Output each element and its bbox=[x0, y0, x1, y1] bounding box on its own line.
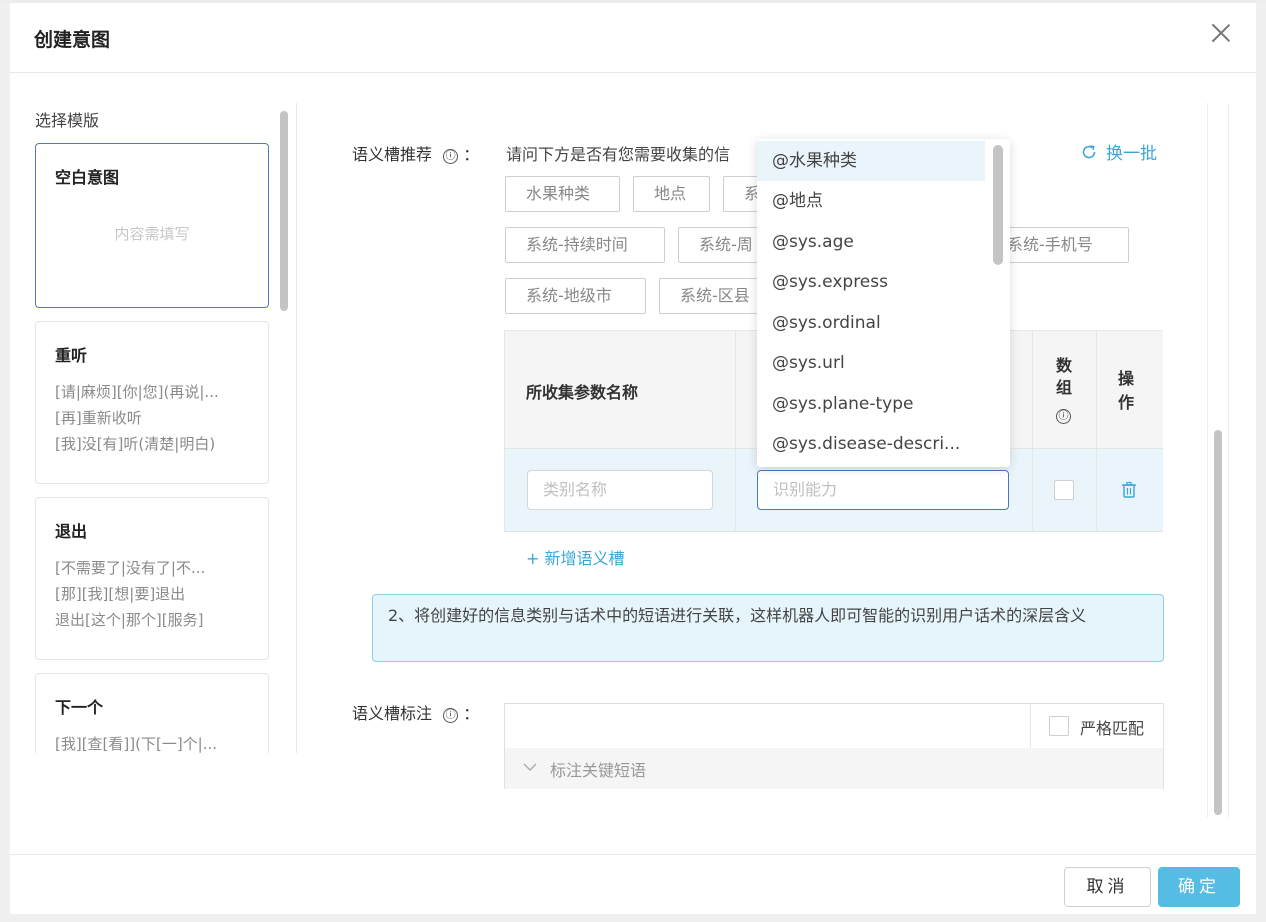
dropdown-option[interactable]: @sys.plane-type bbox=[757, 384, 985, 424]
ability-dropdown: @水果种类 @地点 @sys.age @sys.express @sys.ord… bbox=[757, 139, 1010, 467]
refresh-icon bbox=[1082, 145, 1096, 159]
close-icon[interactable] bbox=[1208, 21, 1234, 47]
slot-tag[interactable]: 系统-地级市 bbox=[505, 278, 646, 314]
phrase-expander[interactable]: 标注关键短语 bbox=[505, 748, 1163, 789]
slot-tag[interactable]: 系统-持续时间 bbox=[505, 227, 665, 263]
dropdown-option[interactable]: @sys.disease-descri... bbox=[757, 424, 985, 464]
category-name-input[interactable]: 类别名称 bbox=[527, 470, 713, 510]
content-scrollbar[interactable] bbox=[1207, 103, 1229, 818]
panel-divider bbox=[296, 103, 297, 753]
table-cell-name: 类别名称 bbox=[505, 449, 736, 531]
template-card-placeholder: 内容需填写 bbox=[114, 225, 190, 243]
column-header-action: 操作 bbox=[1097, 331, 1163, 449]
phrase-label: 标注关键短语 bbox=[550, 761, 647, 780]
column-header-name: 所收集参数名称 bbox=[505, 331, 736, 449]
template-card-line: [我][查[看]](下[一]个|... bbox=[55, 735, 218, 753]
info-icon[interactable]: ⓘ bbox=[443, 149, 459, 164]
template-panel: 选择模版 空白意图 内容需填写 重听 [请|麻烦][你|您](再说|... [再… bbox=[34, 103, 296, 753]
dialog-title: 创建意图 bbox=[34, 29, 111, 51]
annotation-input-area[interactable] bbox=[505, 704, 1030, 748]
column-header-name-text: 所收集参数名称 bbox=[526, 383, 639, 402]
template-panel-scrollbar[interactable] bbox=[279, 103, 288, 753]
refresh-batch-button[interactable]: 换一批 bbox=[1080, 139, 1157, 164]
column-header-action-text: 操作 bbox=[1118, 369, 1135, 412]
array-checkbox[interactable] bbox=[1054, 480, 1074, 500]
info-icon[interactable]: ⓘ bbox=[1056, 409, 1071, 424]
slot-annotation-box: 严格匹配 标注关键短语 bbox=[504, 703, 1164, 789]
table-cell-action bbox=[1097, 449, 1163, 531]
template-card-name: 空白意图 bbox=[55, 168, 120, 187]
cancel-button[interactable]: 取消 bbox=[1064, 867, 1151, 907]
notice-banner: 2、将创建好的信息类别与话术中的短语进行关联，这样机器人即可智能的识别用户话术的… bbox=[372, 594, 1164, 662]
dialog-header: 创建意图 bbox=[10, 3, 1256, 73]
add-slot-button[interactable]: + 新增语义槽 bbox=[526, 545, 625, 569]
dropdown-option[interactable]: @sys.age bbox=[757, 222, 985, 262]
footer-divider bbox=[10, 854, 1256, 855]
table-cell-array bbox=[1033, 449, 1097, 531]
dropdown-scrollbar-thumb[interactable] bbox=[993, 145, 1003, 265]
template-card-blank[interactable]: 空白意图 内容需填写 bbox=[35, 143, 269, 308]
template-card-name: 重听 bbox=[55, 346, 88, 365]
strict-match-toggle[interactable]: 严格匹配 bbox=[1030, 704, 1163, 748]
column-header-array-text: 数组 bbox=[1056, 356, 1073, 397]
slot-annotation-label-text: 语义槽标注 bbox=[352, 704, 433, 723]
info-icon[interactable]: ⓘ bbox=[443, 708, 459, 723]
dropdown-option[interactable]: @水果种类 bbox=[757, 141, 985, 181]
slot-tag[interactable]: 系统-区县 bbox=[659, 278, 763, 314]
template-panel-title: 选择模版 bbox=[35, 111, 100, 130]
create-intent-dialog: 创建意图 选择模版 空白意图 内容需填写 重听 [请|麻烦][你|您](再说|.… bbox=[10, 3, 1256, 914]
template-card-line: 退出[这个|那个][服务] bbox=[55, 611, 204, 629]
slot-tag[interactable]: 地点 bbox=[633, 176, 710, 212]
slot-tag[interactable]: 系统-手机号 bbox=[1000, 227, 1129, 263]
dropdown-option[interactable]: @地点 bbox=[757, 181, 985, 221]
dropdown-option[interactable]: @sys.ordinal bbox=[757, 303, 985, 343]
confirm-button[interactable]: 确定 bbox=[1158, 867, 1240, 907]
template-card-exit[interactable]: 退出 [不需要了|没有了|不... [那][我][想|要]退出 退出[这个|那个… bbox=[35, 497, 269, 660]
strict-match-label: 严格匹配 bbox=[1080, 719, 1145, 738]
chevron-down-icon bbox=[523, 763, 537, 771]
slot-recommend-label: 语义槽推荐 ⓘ ： bbox=[352, 141, 479, 165]
template-card-line: [再]重新收听 bbox=[55, 409, 142, 427]
label-colon: ： bbox=[463, 145, 480, 164]
template-card-repeat[interactable]: 重听 [请|麻烦][你|您](再说|... [再]重新收听 [我]没[有]听(清… bbox=[35, 321, 269, 484]
slot-tag[interactable]: 水果种类 bbox=[505, 176, 620, 212]
label-colon: ： bbox=[463, 704, 480, 723]
template-card-line: [我]没[有]听(清楚|明白) bbox=[55, 435, 216, 453]
slot-tag[interactable]: 系统-周 bbox=[678, 227, 763, 263]
template-card-line: [不需要了|没有了|不... bbox=[55, 559, 206, 577]
scrollbar-thumb[interactable] bbox=[280, 111, 288, 311]
column-header-array: 数组 ⓘ bbox=[1033, 331, 1097, 449]
slot-recommend-label-text: 语义槽推荐 bbox=[352, 145, 433, 164]
strict-match-checkbox[interactable] bbox=[1049, 716, 1069, 736]
scrollbar-thumb[interactable] bbox=[1214, 430, 1222, 815]
template-card-line: [请|麻烦][你|您](再说|... bbox=[55, 383, 219, 401]
slot-recommend-intro: 请问下方是否有您需要收集的信 bbox=[506, 145, 731, 164]
template-card-name: 退出 bbox=[55, 522, 88, 541]
template-card-next[interactable]: 下一个 [我][查[看]](下[一]个|... bbox=[35, 673, 269, 753]
slot-annotation-label: 语义槽标注 ⓘ ： bbox=[352, 700, 479, 724]
trash-icon[interactable] bbox=[1121, 481, 1137, 499]
dropdown-option[interactable]: @sys.url bbox=[757, 343, 985, 383]
template-card-line: [那][我][想|要]退出 bbox=[55, 585, 186, 603]
template-card-name: 下一个 bbox=[55, 698, 104, 717]
ability-input[interactable]: 识别能力 bbox=[757, 470, 1009, 510]
dropdown-option[interactable]: @sys.express bbox=[757, 262, 985, 302]
refresh-label: 换一批 bbox=[1106, 144, 1157, 164]
